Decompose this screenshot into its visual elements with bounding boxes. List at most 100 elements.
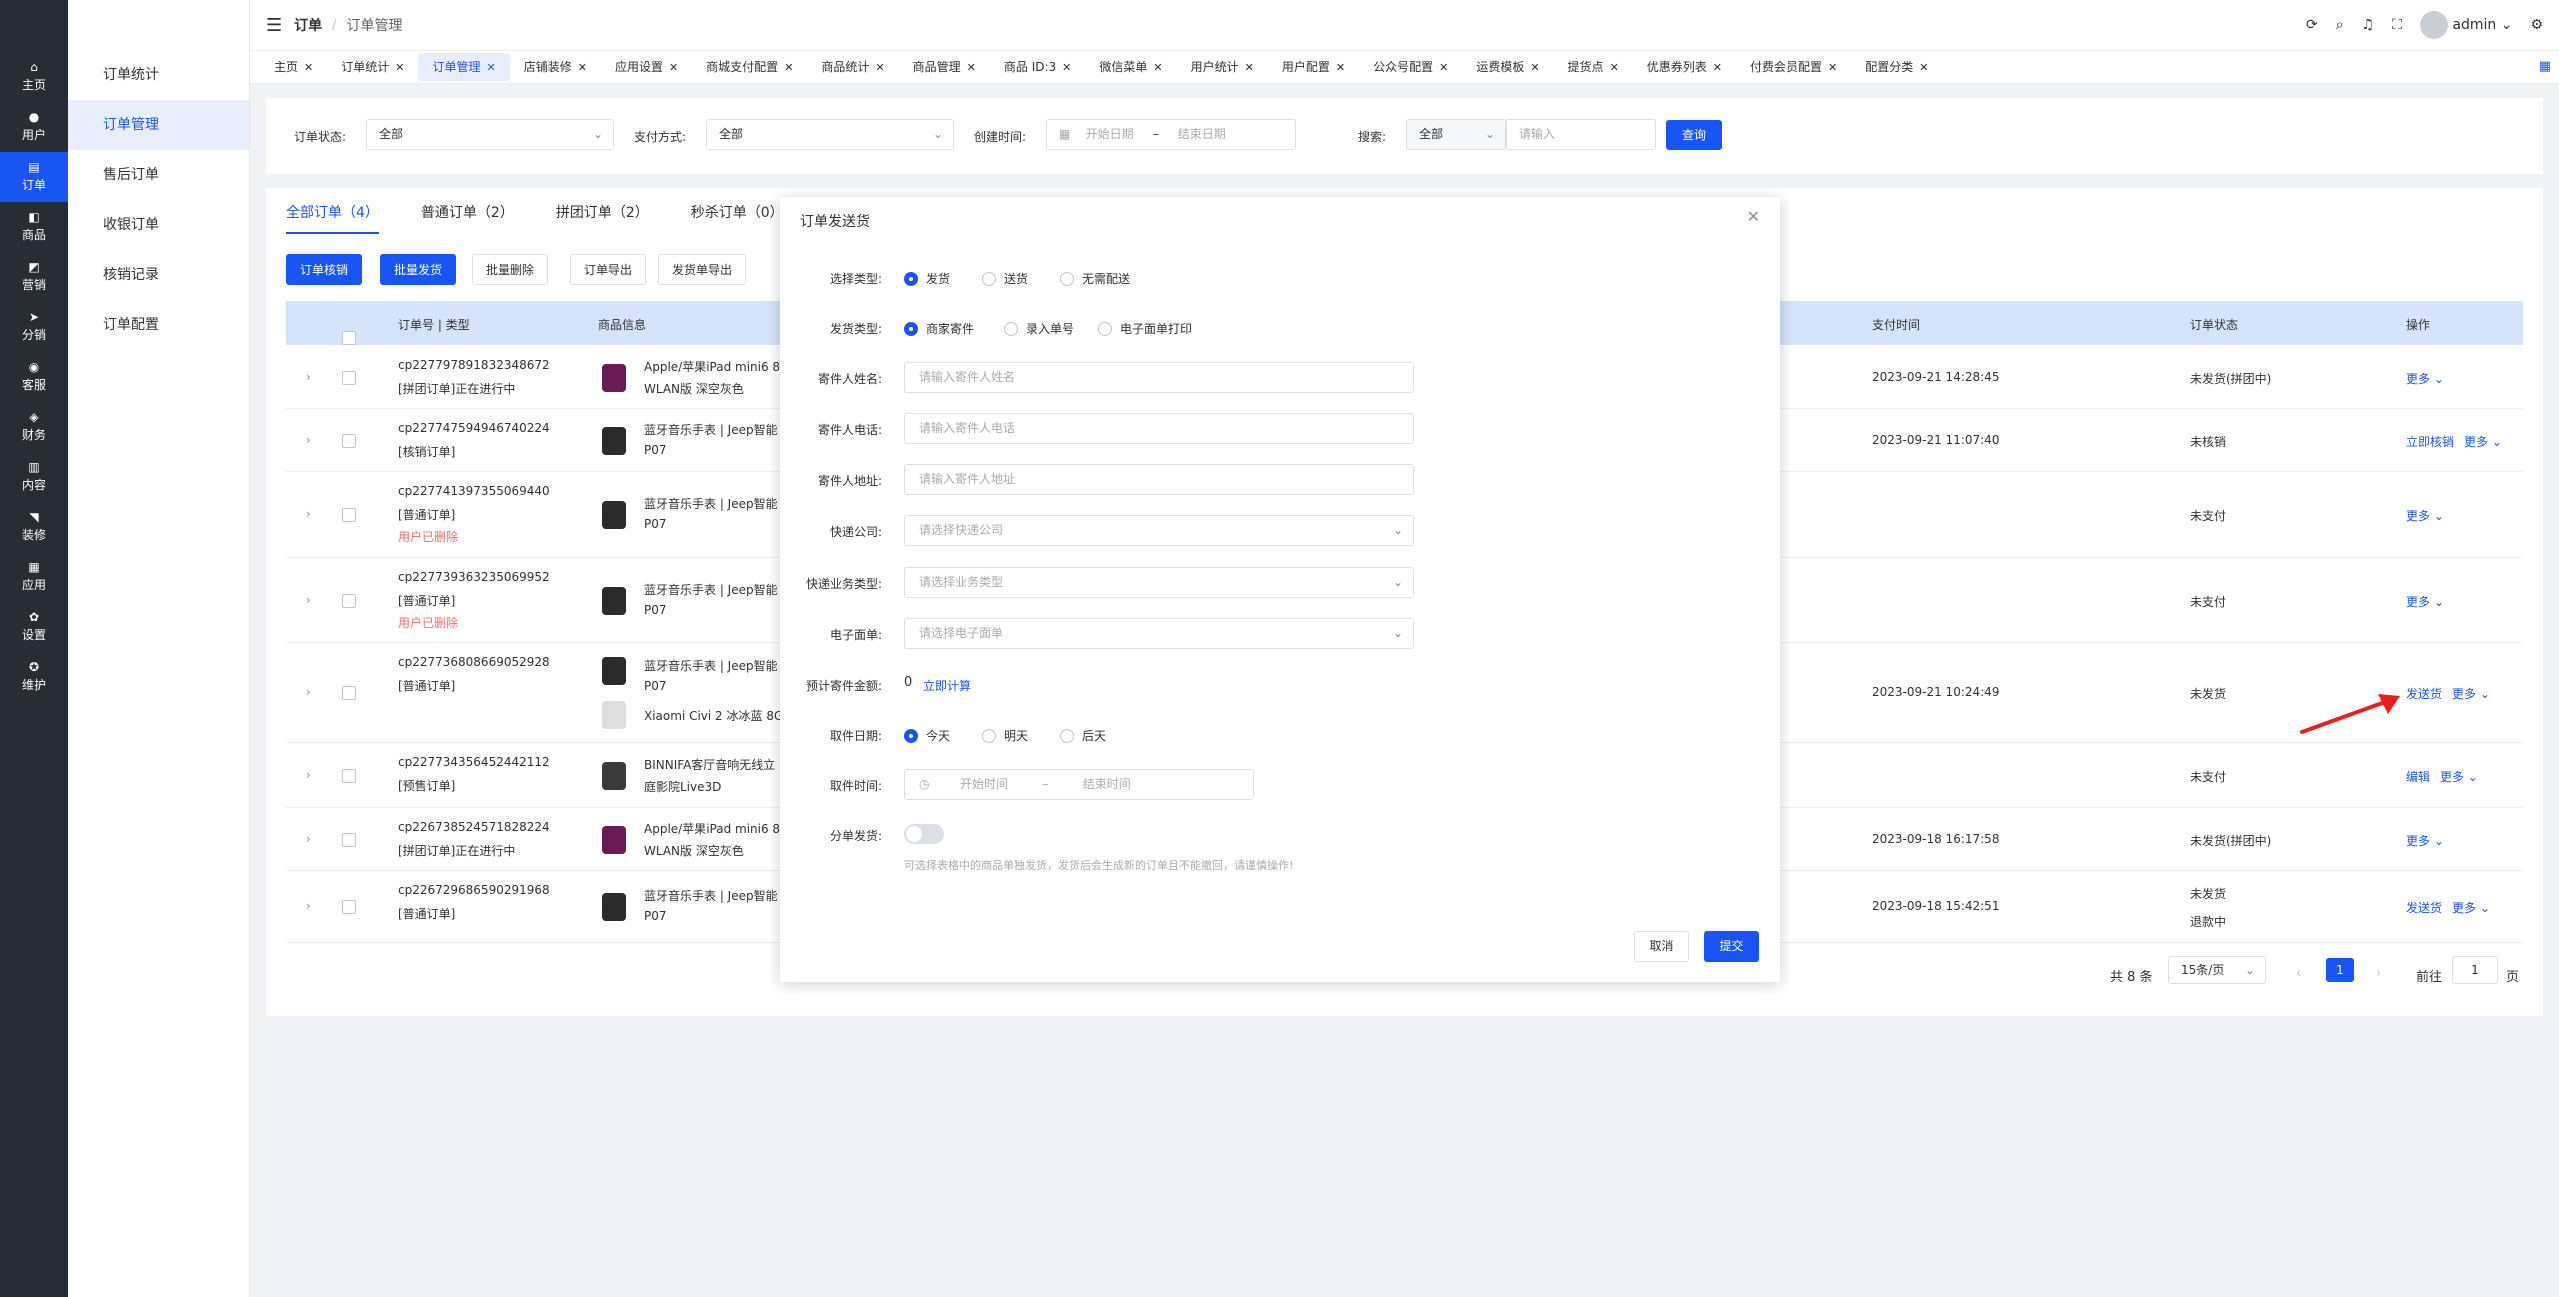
close-icon[interactable]: ✕ [1610, 61, 1619, 74]
goods-name[interactable]: 蓝牙音乐手表 | Jeep智能 [644, 495, 778, 512]
nav-item-1[interactable]: ● 用户 [0, 102, 68, 152]
tab-13[interactable]: 运费模板 ✕ [1462, 53, 1553, 81]
nav-item-2[interactable]: ▤ 订单 [0, 152, 68, 202]
tab-1[interactable]: 订单统计 ✕ [327, 53, 418, 81]
express-company-select[interactable]: 请选择快递公司 ⌄ [904, 515, 1414, 546]
submenu-item-1[interactable]: 订单管理 [68, 100, 249, 150]
nav-item-8[interactable]: ▥ 内容 [0, 452, 68, 502]
select-all-checkbox[interactable] [342, 331, 356, 345]
action-button-1[interactable]: 批量发货 [380, 254, 457, 285]
goto-page-input[interactable]: 1 [2452, 956, 2498, 984]
split-ship-switch[interactable] [904, 824, 944, 844]
more-dropdown[interactable]: 更多 ⌄ [2406, 832, 2444, 849]
close-icon[interactable]: ✕ [395, 61, 404, 74]
expand-icon[interactable]: › [306, 899, 311, 913]
close-icon[interactable]: ✕ [486, 61, 495, 74]
tab-8[interactable]: 商品 ID:3 ✕ [990, 53, 1086, 81]
search-icon[interactable]: ⌕ [2336, 17, 2344, 33]
expand-icon[interactable]: › [306, 370, 311, 384]
day-opts-radio-2[interactable]: 后天 [1060, 727, 1106, 744]
goods-name[interactable]: 蓝牙音乐手表 | Jeep智能 [644, 581, 778, 598]
tab-10[interactable]: 用户统计 ✕ [1177, 53, 1268, 81]
more-dropdown[interactable]: 更多 ⌄ [2440, 768, 2478, 785]
row-checkbox[interactable] [342, 900, 356, 914]
goods-name[interactable]: Apple/苹果iPad mini6 8. [644, 358, 784, 375]
submenu-item-0[interactable]: 订单统计 [68, 50, 249, 100]
nav-item-7[interactable]: ◈ 财务 [0, 402, 68, 452]
row-checkbox[interactable] [342, 433, 356, 448]
row-checkbox[interactable] [342, 768, 356, 783]
next-page-icon[interactable]: › [2376, 966, 2381, 981]
close-icon[interactable]: ✕ [1919, 61, 1928, 74]
calc-fee-link[interactable]: 立即计算 [923, 677, 971, 694]
tab-3[interactable]: 店铺装修 ✕ [510, 53, 601, 81]
submenu-item-5[interactable]: 订单配置 [68, 300, 249, 350]
close-icon[interactable]: ✕ [967, 61, 976, 74]
nav-item-11[interactable]: ✿ 设置 [0, 602, 68, 652]
order-tab-3[interactable]: 秒杀订单（0） [691, 202, 784, 234]
close-icon[interactable]: ✕ [1713, 61, 1722, 74]
refresh-icon[interactable]: ⟳ [2306, 17, 2318, 33]
more-dropdown[interactable]: 更多 ⌄ [2452, 685, 2490, 702]
day-opts-radio-1[interactable]: 明天 [982, 727, 1028, 744]
tab-16[interactable]: 付费会员配置 ✕ [1736, 53, 1851, 81]
sender-phone-input[interactable]: 请输入寄件人电话 [904, 413, 1414, 444]
submit-button[interactable]: 提交 [1704, 931, 1759, 962]
type-opts-radio-2[interactable]: 无需配送 [1060, 270, 1130, 287]
close-icon[interactable]: ✕ [304, 61, 313, 74]
row-action-link[interactable]: 发送货 [2406, 685, 2442, 702]
pickup-time-range[interactable]: ◷ 开始时间 – 结束时间 [904, 769, 1254, 800]
date-range-picker[interactable]: ▦ 开始日期 – 结束日期 [1046, 119, 1296, 150]
sender-address-input[interactable]: 请输入寄件人地址 [904, 464, 1414, 495]
close-icon[interactable]: ✕ [875, 61, 884, 74]
sender-name-input[interactable]: 请输入寄件人姓名 [904, 362, 1414, 393]
nav-item-6[interactable]: ◉ 客服 [0, 352, 68, 402]
e-sheet-select[interactable]: 请选择电子面单 ⌄ [904, 618, 1414, 649]
close-icon[interactable]: ✕ [1153, 61, 1162, 74]
pay-select[interactable]: 全部 ⌄ [706, 119, 954, 150]
tab-2[interactable]: 订单管理 ✕ [418, 53, 510, 81]
tab-15[interactable]: 优惠券列表 ✕ [1633, 53, 1736, 81]
tab-0[interactable]: 主页 ✕ [260, 53, 327, 81]
nav-item-10[interactable]: ▦ 应用 [0, 552, 68, 602]
close-icon[interactable]: ✕ [1062, 61, 1071, 74]
close-icon[interactable]: ✕ [1747, 207, 1760, 226]
more-dropdown[interactable]: 更多 ⌄ [2406, 370, 2444, 387]
cancel-button[interactable]: 取消 [1634, 931, 1689, 962]
more-dropdown[interactable]: 更多 ⌄ [2406, 593, 2444, 610]
more-dropdown[interactable]: 更多 ⌄ [2406, 507, 2444, 524]
close-icon[interactable]: ✕ [578, 61, 587, 74]
expand-icon[interactable]: › [306, 685, 311, 699]
close-icon[interactable]: ✕ [669, 61, 678, 74]
day-opts-radio-0[interactable]: 今天 [904, 727, 950, 744]
tab-14[interactable]: 提货点 ✕ [1554, 53, 1633, 81]
close-icon[interactable]: ✕ [1530, 61, 1539, 74]
goods-name[interactable]: Apple/苹果iPad mini6 8. [644, 820, 784, 837]
prev-page-icon[interactable]: ‹ [2296, 966, 2301, 981]
tab-6[interactable]: 商品统计 ✕ [807, 53, 898, 81]
row-checkbox[interactable] [342, 832, 356, 847]
expand-icon[interactable]: › [306, 593, 311, 607]
bell-icon[interactable]: ♫ [2362, 17, 2375, 33]
settings-icon[interactable]: ⚙ [2530, 17, 2543, 33]
order-tab-2[interactable]: 拼团订单（2） [556, 202, 649, 234]
order-tab-0[interactable]: 全部订单（4） [286, 202, 379, 234]
query-button[interactable]: 查询 [1666, 120, 1722, 150]
menu-fold-icon[interactable]: ☰ [266, 15, 282, 36]
goods-name[interactable]: 蓝牙音乐手表 | Jeep智能 [644, 887, 778, 904]
nav-item-9[interactable]: ◥ 装修 [0, 502, 68, 552]
ship-opts-radio-1[interactable]: 录入单号 [1004, 320, 1074, 337]
nav-item-3[interactable]: ◧ 商品 [0, 202, 68, 252]
goods-name[interactable]: 蓝牙音乐手表 | Jeep智能 [644, 657, 778, 674]
goods-name[interactable]: BINNIFA客厅音响无线立 [644, 756, 775, 773]
row-action-link[interactable]: 立即核销 [2406, 433, 2454, 450]
type-opts-radio-0[interactable]: 发货 [904, 270, 950, 287]
close-icon[interactable]: ✕ [784, 61, 793, 74]
ship-opts-radio-0[interactable]: 商家寄件 [904, 320, 974, 337]
tab-11[interactable]: 用户配置 ✕ [1268, 53, 1359, 81]
close-icon[interactable]: ✕ [1439, 61, 1448, 74]
row-action-link[interactable]: 编辑 [2406, 768, 2430, 785]
user-menu[interactable]: admin ⌄ [2419, 11, 2512, 39]
search-type-select[interactable]: 全部 ⌄ [1406, 119, 1506, 150]
expand-icon[interactable]: › [306, 768, 311, 782]
